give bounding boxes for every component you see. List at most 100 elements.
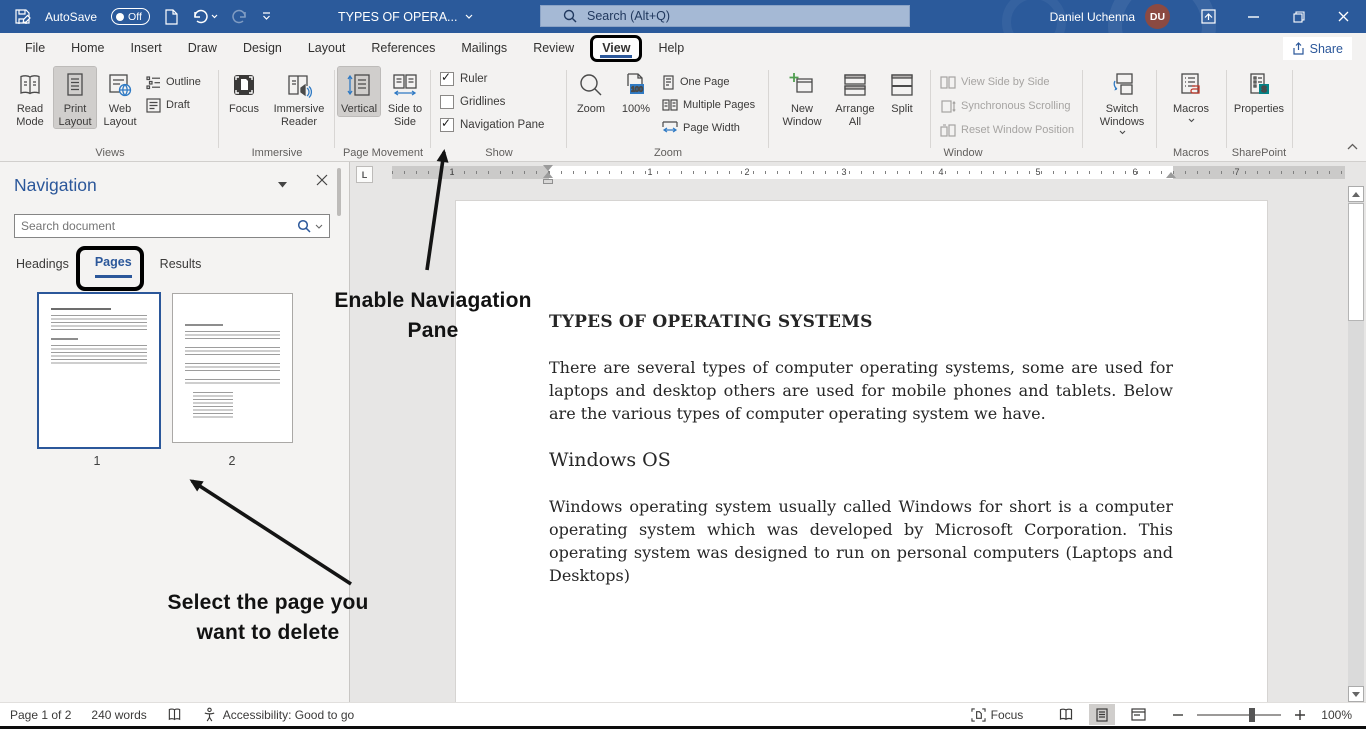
customize-qat-icon[interactable]	[262, 12, 271, 21]
toggle-knob	[116, 13, 124, 21]
restore-button[interactable]	[1276, 0, 1321, 33]
tab-review[interactable]: Review	[520, 33, 587, 64]
proofing-icon[interactable]	[167, 707, 182, 722]
macros-button[interactable]: Macros	[1168, 67, 1214, 123]
draft-button[interactable]: Draft	[146, 96, 190, 114]
navigation-options-chevron-icon[interactable]	[278, 182, 287, 188]
vertical-scrollbar-thumb[interactable]	[1348, 203, 1364, 321]
tab-home[interactable]: Home	[58, 33, 117, 64]
ruler-checkbox-row[interactable]: Ruler	[440, 72, 487, 86]
zoom-slider[interactable]	[1197, 714, 1281, 716]
ruler-text-area[interactable]	[549, 166, 1173, 179]
save-icon[interactable]	[14, 8, 31, 25]
tab-references[interactable]: References	[358, 33, 448, 64]
zoom-slider-handle[interactable]	[1249, 708, 1255, 722]
arrange-all-button[interactable]: Arrange All	[830, 67, 880, 128]
web-layout-label: Web Layout	[98, 103, 142, 128]
right-indent-marker[interactable]	[1166, 172, 1176, 178]
web-layout-button[interactable]: Web Layout	[98, 67, 142, 128]
ribbon: Read Mode Print Layout Web Layout	[0, 64, 1366, 162]
new-document-icon[interactable]	[164, 9, 178, 25]
multiple-pages-button[interactable]: Multiple Pages	[662, 96, 755, 114]
navigation-close-icon[interactable]	[316, 174, 328, 186]
print-layout-button[interactable]: Print Layout	[54, 67, 96, 128]
zoom-button[interactable]: Zoom	[570, 67, 612, 116]
properties-button[interactable]: S Properties	[1232, 67, 1286, 116]
tab-selector[interactable]: L	[356, 166, 373, 183]
one-page-button[interactable]: One Page	[662, 73, 730, 91]
share-button[interactable]: Share	[1283, 37, 1352, 60]
navigation-search-chevron-icon[interactable]	[315, 224, 323, 229]
collapse-ribbon-icon[interactable]	[1347, 143, 1358, 150]
web-layout-view-button[interactable]	[1125, 704, 1151, 725]
read-mode-view-button[interactable]	[1053, 704, 1079, 725]
draft-label: Draft	[166, 99, 190, 111]
tab-file[interactable]: File	[12, 33, 58, 64]
tab-layout[interactable]: Layout	[295, 33, 359, 64]
switch-windows-button[interactable]: Switch Windows	[1094, 67, 1150, 135]
tab-insert[interactable]: Insert	[118, 33, 175, 64]
tab-view[interactable]: View	[590, 35, 642, 62]
draft-icon	[146, 98, 161, 113]
hanging-indent-marker[interactable]	[543, 172, 553, 178]
navigation-search-input[interactable]	[15, 219, 297, 233]
side-to-side-icon	[391, 67, 419, 103]
navigation-pane-checkbox-row[interactable]: Navigation Pane	[440, 118, 544, 132]
scroll-down-button[interactable]	[1348, 686, 1364, 702]
read-mode-button[interactable]: Read Mode	[8, 67, 52, 128]
document-title-area[interactable]: TYPES OF OPERA...	[338, 0, 473, 33]
accessibility-status[interactable]: Accessibility: Good to go	[202, 707, 354, 722]
new-window-button[interactable]: New Window	[776, 67, 828, 128]
nav-tab-headings[interactable]: Headings	[16, 257, 69, 277]
close-button[interactable]	[1321, 0, 1366, 33]
zoom-percentage[interactable]: 100%	[1321, 708, 1352, 722]
left-indent-marker[interactable]	[543, 179, 553, 184]
navigation-search-box[interactable]	[14, 214, 330, 238]
annotation-line: Enable Naviagation	[318, 286, 548, 316]
ruler-checkbox[interactable]	[440, 72, 454, 86]
zoom-in-button[interactable]	[1295, 710, 1305, 720]
ribbon-display-options-icon[interactable]	[1186, 0, 1231, 33]
word-count[interactable]: 240 words	[91, 708, 146, 722]
print-layout-view-button[interactable]	[1089, 704, 1115, 725]
autosave-toggle[interactable]: Off	[111, 8, 150, 25]
split-button[interactable]: Split	[882, 67, 922, 116]
undo-button[interactable]	[192, 9, 218, 25]
nav-tab-pages[interactable]: Pages	[95, 255, 132, 278]
share-icon	[1292, 42, 1305, 55]
tab-design[interactable]: Design	[230, 33, 295, 64]
immersive-reader-button[interactable]: Immersive Reader	[268, 67, 330, 128]
gridlines-checkbox-row[interactable]: Gridlines	[440, 95, 505, 109]
ruler-number: 2	[744, 167, 749, 177]
avatar[interactable]: DU	[1145, 4, 1170, 29]
autosave-state: Off	[128, 11, 142, 23]
ruler-right-margin[interactable]	[1173, 166, 1345, 179]
page-thumbnail-2[interactable]	[172, 293, 293, 443]
side-to-side-button[interactable]: Side to Side	[382, 67, 428, 128]
search-box[interactable]: Search (Alt+Q)	[540, 5, 910, 27]
tab-mailings[interactable]: Mailings	[448, 33, 520, 64]
document-content[interactable]: TYPES OF OPERATING SYSTEMS There are sev…	[549, 200, 1173, 587]
navigation-search-icon[interactable]	[297, 219, 311, 233]
scroll-up-button[interactable]	[1348, 186, 1364, 202]
minimize-button[interactable]	[1231, 0, 1276, 33]
nav-tab-results[interactable]: Results	[160, 257, 202, 277]
tab-draw[interactable]: Draw	[175, 33, 230, 64]
focus-button[interactable]: Focus	[222, 67, 266, 116]
navigation-scrollbar-thumb[interactable]	[337, 168, 341, 216]
page-info[interactable]: Page 1 of 2	[10, 708, 71, 722]
new-window-icon	[788, 67, 816, 103]
outline-button[interactable]: Outline	[146, 73, 201, 91]
zoom-out-button[interactable]	[1173, 714, 1183, 716]
vertical-button[interactable]: Vertical	[338, 67, 380, 116]
triangle-down-icon	[1352, 692, 1360, 697]
page-width-button[interactable]: Page Width	[662, 119, 740, 137]
first-line-indent-marker[interactable]	[543, 165, 553, 171]
gridlines-checkbox[interactable]	[440, 95, 454, 109]
ruler-left-margin[interactable]	[392, 166, 549, 179]
page-thumbnail-1[interactable]	[37, 292, 161, 449]
focus-mode-button[interactable]: Focus	[971, 708, 1024, 722]
zoom-100-button[interactable]: 100 100%	[616, 67, 656, 116]
tab-help[interactable]: Help	[645, 33, 697, 64]
navigation-pane-checkbox[interactable]	[440, 118, 454, 132]
